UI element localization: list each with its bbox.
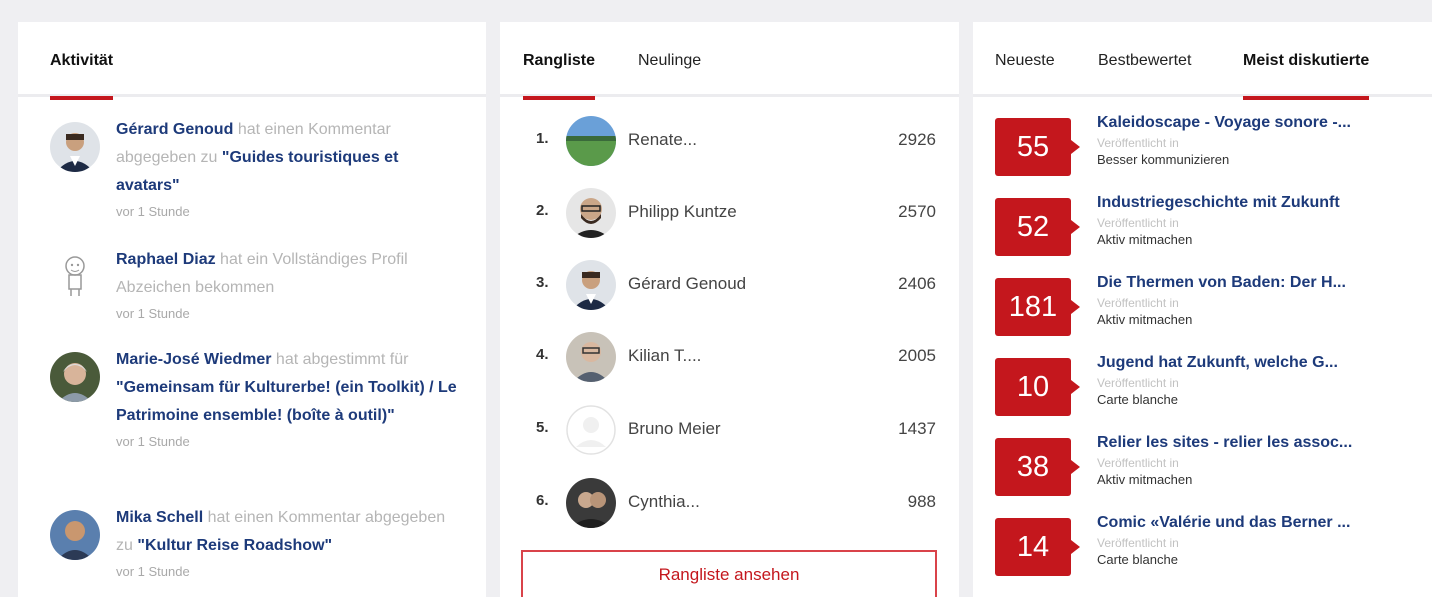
activity-time: vor 1 Stunde	[116, 306, 190, 321]
discussion-category[interactable]: Besser kommunizieren	[1097, 152, 1229, 167]
avatar[interactable]	[566, 405, 616, 455]
activity-user-link[interactable]: Mika Schell	[116, 509, 203, 526]
published-label: Veröffentlicht in	[1097, 136, 1179, 150]
tab-bestbewertet[interactable]: Bestbewertet	[1098, 52, 1191, 97]
activity-time: vor 1 Stunde	[116, 204, 190, 219]
rank-name[interactable]: Bruno Meier	[628, 419, 721, 439]
discussion-category[interactable]: Carte blanche	[1097, 552, 1178, 567]
discussion-title[interactable]: Die Thermen von Baden: Der H...	[1097, 274, 1407, 292]
discussion-title[interactable]: Kaleidoscape - Voyage sonore -...	[1097, 114, 1407, 132]
activity-user-link[interactable]: Gérard Genoud	[116, 121, 233, 138]
discussions-tabbar: Neueste Bestbewertet Meist diskutierte	[973, 22, 1432, 100]
comment-count-badge: 52	[995, 198, 1080, 256]
activity-object-link[interactable]: "Gemeinsam für Kulturerbe! (ein Toolkit)…	[116, 379, 457, 424]
activity-time: vor 1 Stunde	[116, 434, 190, 449]
comment-count-badge: 181	[995, 278, 1080, 336]
rank-score: 1437	[898, 419, 936, 438]
published-label: Veröffentlicht in	[1097, 216, 1179, 230]
avatar[interactable]	[566, 116, 616, 166]
rank-number: 5.	[536, 419, 549, 436]
ranking-row[interactable]: 3. Gérard Genoud 2406	[536, 258, 936, 312]
rank-score: 2005	[898, 346, 936, 365]
avatar[interactable]	[566, 260, 616, 310]
comment-count-badge: 55	[995, 118, 1080, 176]
rank-score: 988	[907, 492, 936, 511]
comment-count-badge: 14	[995, 518, 1080, 576]
published-label: Veröffentlicht in	[1097, 376, 1179, 390]
discussion-category[interactable]: Carte blanche	[1097, 392, 1178, 407]
rank-number: 3.	[536, 274, 549, 291]
ranking-row[interactable]: 1. Renate... 2926	[536, 114, 936, 168]
rank-score: 2406	[898, 274, 936, 293]
rank-number: 4.	[536, 346, 549, 363]
activity-text: Gérard Genoud hat einen Kommentar abgege…	[116, 116, 466, 224]
discussion-title[interactable]: Jugend hat Zukunft, welche G...	[1097, 354, 1407, 372]
activity-object-link[interactable]: "Kultur Reise Roadshow"	[137, 537, 332, 554]
rank-name[interactable]: Kilian T....	[628, 346, 701, 366]
activity-user-link[interactable]: Marie-José Wiedmer	[116, 351, 271, 368]
activity-text: Mika Schell hat einen Kommentar abgegebe…	[116, 504, 466, 584]
published-label: Veröffentlicht in	[1097, 536, 1179, 550]
avatar[interactable]	[566, 332, 616, 382]
ranking-row[interactable]: 2. Philipp Kuntze 2570	[536, 186, 936, 240]
avatar[interactable]	[50, 352, 100, 402]
avatar[interactable]	[50, 122, 100, 172]
activity-tabbar: Aktivität	[18, 22, 486, 100]
rank-number: 1.	[536, 130, 549, 147]
published-label: Veröffentlicht in	[1097, 456, 1179, 470]
ranking-tabbar: Rangliste Neulinge	[500, 22, 959, 100]
rank-name[interactable]: Gérard Genoud	[628, 274, 746, 294]
discussion-title[interactable]: Industriegeschichte mit Zukunft	[1097, 194, 1407, 212]
discussion-item[interactable]: 52 Industriegeschichte mit Zukunft Veröf…	[995, 194, 1415, 260]
discussion-item[interactable]: 55 Kaleidoscape - Voyage sonore -... Ver…	[995, 114, 1415, 180]
ranking-row[interactable]: 6. Cynthia... 988	[536, 476, 936, 530]
activity-text: Raphael Diaz hat ein Vollständiges Profi…	[116, 246, 466, 326]
tab-rangliste[interactable]: Rangliste	[523, 52, 596, 100]
ranking-row[interactable]: 5. Bruno Meier 1437	[536, 403, 936, 457]
view-ranking-button[interactable]: Rangliste ansehen	[521, 550, 937, 597]
rank-score: 2570	[898, 202, 936, 221]
discussion-category[interactable]: Aktiv mitmachen	[1097, 472, 1192, 487]
rank-number: 2.	[536, 202, 549, 219]
activity-user-link[interactable]: Raphael Diaz	[116, 251, 216, 268]
avatar[interactable]	[566, 188, 616, 238]
discussion-title[interactable]: Comic «Valérie und das Berner ...	[1097, 514, 1407, 532]
discussion-item[interactable]: 181 Die Thermen von Baden: Der H... Verö…	[995, 274, 1415, 340]
discussion-item[interactable]: 14 Comic «Valérie und das Berner ... Ver…	[995, 514, 1415, 580]
avatar[interactable]	[50, 510, 100, 560]
avatar[interactable]	[566, 478, 616, 528]
rank-name[interactable]: Cynthia...	[628, 492, 700, 512]
activity-text: Marie-José Wiedmer hat abgestimmt für "G…	[116, 346, 466, 454]
ranking-row[interactable]: 4. Kilian T.... 2005	[536, 330, 936, 384]
rank-name[interactable]: Philipp Kuntze	[628, 202, 737, 222]
tab-activity[interactable]: Aktivität	[50, 52, 114, 100]
comment-count-badge: 10	[995, 358, 1080, 416]
comment-count-badge: 38	[995, 438, 1080, 496]
ranking-panel: Rangliste Neulinge 1. Renate... 2926 2. …	[500, 22, 959, 597]
rank-number: 6.	[536, 492, 549, 509]
tab-neulinge[interactable]: Neulinge	[638, 52, 701, 97]
discussion-item[interactable]: 38 Relier les sites - relier les assoc..…	[995, 434, 1415, 500]
activity-time: vor 1 Stunde	[116, 564, 190, 579]
rank-score: 2926	[898, 130, 936, 149]
discussion-title[interactable]: Relier les sites - relier les assoc...	[1097, 434, 1407, 452]
rank-name[interactable]: Renate...	[628, 130, 697, 150]
tab-neueste[interactable]: Neueste	[995, 52, 1055, 97]
published-label: Veröffentlicht in	[1097, 296, 1179, 310]
avatar[interactable]	[50, 250, 100, 300]
activity-panel: Aktivität Gérard Genoud hat einen Kommen…	[18, 22, 486, 597]
tab-meist-diskutierte[interactable]: Meist diskutierte	[1243, 52, 1370, 100]
discussion-category[interactable]: Aktiv mitmachen	[1097, 232, 1192, 247]
discussion-item[interactable]: 10 Jugend hat Zukunft, welche G... Veröf…	[995, 354, 1415, 420]
discussion-category[interactable]: Aktiv mitmachen	[1097, 312, 1192, 327]
discussions-panel: Neueste Bestbewertet Meist diskutierte 5…	[973, 22, 1432, 597]
